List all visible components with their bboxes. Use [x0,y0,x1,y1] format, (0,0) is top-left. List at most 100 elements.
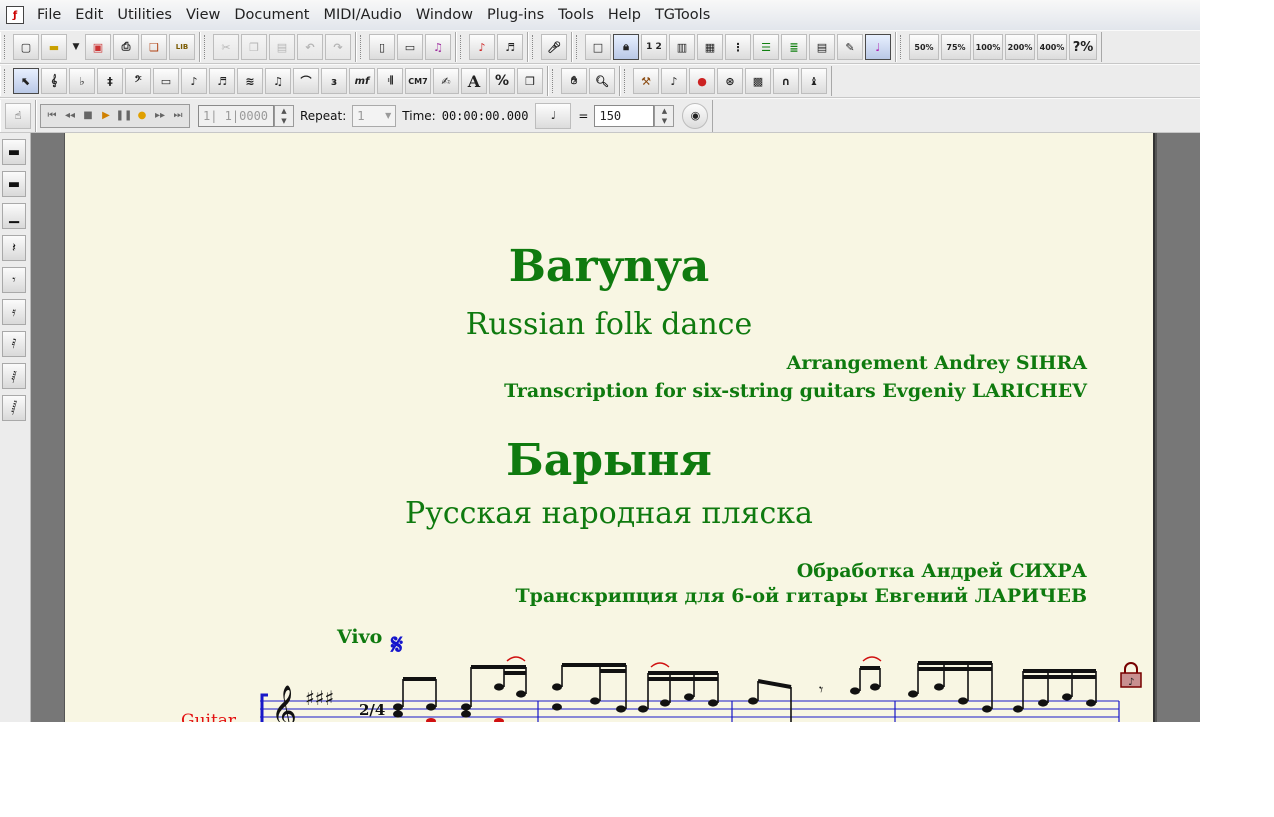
toolbar-grip[interactable] [4,69,9,93]
page-view-icon[interactable]: ▯ [369,34,395,60]
title-english[interactable]: Barynya [65,241,1153,292]
menu-edit[interactable]: Edit [68,7,110,23]
toolbar-grip[interactable] [624,69,629,93]
edit-page-icon[interactable]: ✎ [837,34,863,60]
speedy-entry-tool-icon[interactable]: ♬ [209,68,235,94]
zoom-magnifier-icon[interactable]: 🔍︎ [589,68,615,94]
staff-list-icon[interactable]: ☰ [753,34,779,60]
thirty-second-rest-icon[interactable]: 𝅀 [2,331,26,357]
new-document-icon[interactable]: ▢ [13,34,39,60]
fast-forward-end-icon[interactable]: ⏭ [169,107,187,125]
articulation-tool-icon[interactable]: ɜ [321,68,347,94]
sixty-fourth-rest-icon[interactable]: 𝅁 [2,363,26,389]
green-staff-icon[interactable]: ≣ [781,34,807,60]
subtitle-russian[interactable]: Русская народная пляска [65,496,1153,531]
tempo-tool-icon[interactable]: ♝ [801,68,827,94]
hand-grabber-icon[interactable]: ✋︎ [561,68,587,94]
tempo-field[interactable]: 150 [594,104,655,127]
smart-shape-tool-icon[interactable]: ⌒ [293,68,319,94]
menu-view[interactable]: View [179,7,227,23]
speaker-icon[interactable]: ◉ [682,102,709,129]
simple-entry-tool-icon[interactable]: ♪ [181,68,207,94]
paste-icon[interactable]: ▤ [269,34,295,60]
zoom-50-button[interactable]: 50% [909,34,939,60]
score-staff[interactable]: 𝄞 ♯♯♯ 2/4 𝄾 [65,643,1153,722]
playback-hand-icon[interactable]: ☝ [5,102,31,129]
zoom-75-button[interactable]: 75% [941,34,971,60]
measure-tool-icon[interactable]: ▭ [153,68,179,94]
guides-icon[interactable]: ⋮ [725,34,751,60]
tuplet-tool-icon[interactable]: ♫ [265,68,291,94]
toolbar-grip[interactable] [552,69,557,93]
note-mover-icon[interactable]: ♪ [661,68,687,94]
microphone-icon[interactable]: 🎤︎ [541,34,567,60]
position-counter-field[interactable]: 1| 1|0000 [198,104,274,127]
zoom-100-button[interactable]: 100% [973,34,1003,60]
toolbar-grip[interactable] [360,35,365,59]
score-page[interactable]: Barynya Russian folk dance Arrangement A… [64,133,1155,722]
half-rest-icon[interactable]: ▬ [2,171,26,197]
toolbar-grip[interactable] [4,35,9,59]
grid-icon[interactable]: ▦ [697,34,723,60]
lock-layout-icon[interactable]: 🔒︎ [613,34,639,60]
open-folder-icon[interactable]: ▬ [41,34,67,60]
rewind-start-icon[interactable]: ⏮ [43,107,61,125]
measure-numbers-icon[interactable]: ▥ [669,34,695,60]
selection-tool-icon[interactable]: ⬉ [13,68,39,94]
redo-icon[interactable]: ↷ [325,34,351,60]
undo-icon[interactable]: ↶ [297,34,323,60]
studio-view-icon[interactable]: ♫ [425,34,451,60]
arranger-english[interactable]: Arrangement Andrey SIHRA [787,352,1087,374]
document-area[interactable]: Barynya Russian folk dance Arrangement A… [31,133,1200,722]
hyperscribe-tool-icon[interactable]: ≋ [237,68,263,94]
sixteenth-rest-icon[interactable]: 𝄿 [2,299,26,325]
menu-document[interactable]: Document [227,7,316,23]
record-icon[interactable]: ● [133,107,151,125]
menu-tools[interactable]: Tools [551,7,601,23]
clef-tool-icon[interactable]: 𝄢 [125,68,151,94]
midi-tool-icon[interactable]: ⊛ [717,68,743,94]
menu-midi-audio[interactable]: MIDI/Audio [316,7,408,23]
blank-page-icon[interactable]: □ [585,34,611,60]
menu-tgtools[interactable]: TGTools [648,7,717,23]
staff-tool-icon[interactable]: 𝄞 [41,68,67,94]
lyrics-tool-icon[interactable]: ✍ [433,68,459,94]
save-disk-icon[interactable]: ▣ [85,34,111,60]
graphics-tool-icon[interactable]: ▩ [745,68,771,94]
print-icon[interactable]: ⎙ [113,34,139,60]
cut-icon[interactable]: ✂ [213,34,239,60]
page-layout-tool-icon[interactable]: ❒ [517,68,543,94]
transcriber-russian[interactable]: Транскрипция для 6-ой гитары Евгений ЛАР… [516,585,1087,607]
note-display-icon[interactable]: ♩ [865,34,891,60]
time-signature-tool-icon[interactable]: ‡ [97,68,123,94]
text-tool-icon[interactable]: A [461,68,487,94]
position-counter-spinner[interactable]: ▲ ▼ [274,104,294,127]
transcriber-english[interactable]: Transcription for six-string guitars Evg… [504,380,1087,402]
special-tools-hammer-icon[interactable]: ⚒ [633,68,659,94]
expression-tool-icon[interactable]: mf [349,68,375,94]
open-dropdown-arrow-icon[interactable]: ▼ [69,34,83,60]
pause-icon[interactable]: ❚❚ [115,107,133,125]
zoom-200-button[interactable]: 200% [1005,34,1035,60]
menu-help[interactable]: Help [601,7,648,23]
key-signature-tool-icon[interactable]: ♭ [69,68,95,94]
hundred-twenty-eighth-rest-icon[interactable]: 𝅂 [2,395,26,421]
toolbar-grip[interactable] [900,35,905,59]
toolbar-grip[interactable] [460,35,465,59]
midi-in-icon[interactable]: ♪ [469,34,495,60]
resize-tool-icon[interactable]: % [489,68,515,94]
library-book-icon[interactable]: ❑ [141,34,167,60]
toolbar-grip[interactable] [532,35,537,59]
step-forward-icon[interactable]: ▸▸ [151,107,169,125]
menu-plug-ins[interactable]: Plug-ins [480,7,551,23]
page-numbers-icon[interactable]: 1 2 [641,34,667,60]
play-icon[interactable]: ▶ [97,107,115,125]
copy-icon[interactable]: ❐ [241,34,267,60]
quarter-rest-icon[interactable]: 𝄽 [2,235,26,261]
eighth-rest-icon[interactable]: 𝄾 [2,267,26,293]
half-rest-alt-icon[interactable]: ▁ [2,203,26,229]
subtitle-english[interactable]: Russian folk dance [65,307,1153,342]
scroll-view-icon[interactable]: ▭ [397,34,423,60]
stop-icon[interactable]: ■ [79,107,97,125]
chord-tool-icon[interactable]: CM7 [405,68,431,94]
